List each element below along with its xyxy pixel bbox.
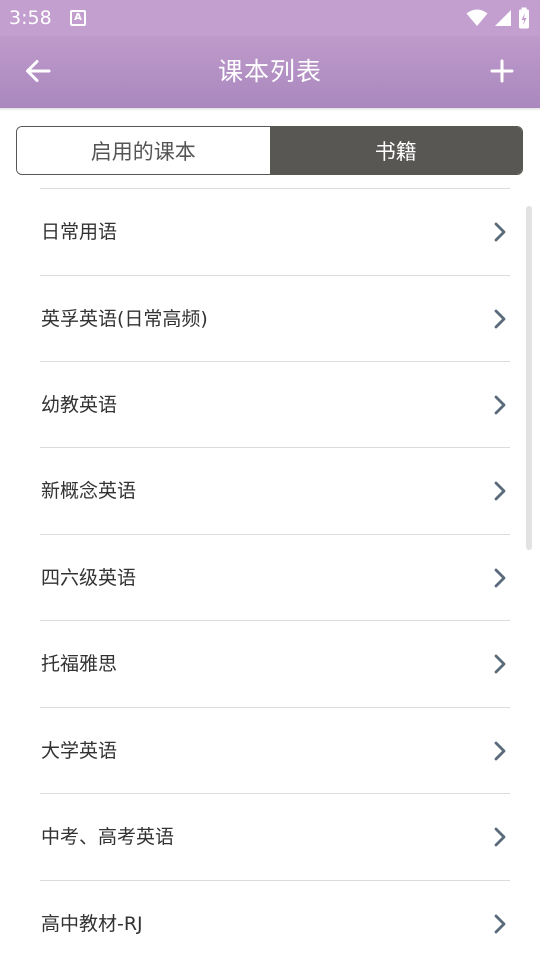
notification-icon: A: [70, 10, 86, 26]
cellular-signal-icon: [495, 10, 511, 26]
list-item-label: 大学英语: [41, 740, 118, 762]
tab-enabled-textbooks[interactable]: 启用的课本: [17, 127, 270, 174]
back-button[interactable]: [18, 48, 58, 94]
plus-icon: [490, 59, 514, 83]
list-item-label: 英孚英语(日常高频): [41, 308, 208, 330]
list-item-label: 中考、高考英语: [41, 826, 175, 848]
list-item[interactable]: 托福雅思: [0, 621, 540, 707]
book-list: 日常用语 英孚英语(日常高频) 幼教英语 新概念英语 四六级英语 托福雅思 大学…: [0, 188, 540, 960]
chevron-right-icon: [494, 568, 506, 588]
page-title: 课本列表: [217, 57, 322, 86]
status-icons: [466, 6, 530, 30]
list-item[interactable]: 新概念英语: [0, 448, 540, 534]
chevron-right-icon: [494, 914, 506, 934]
list-item[interactable]: 大学英语: [0, 708, 540, 794]
list-item-label: 幼教英语: [41, 394, 118, 416]
chevron-right-icon: [494, 309, 506, 329]
list-item-label: 托福雅思: [41, 653, 118, 675]
list-item[interactable]: 日常用语: [0, 189, 540, 275]
chevron-right-icon: [494, 827, 506, 847]
arrow-left-icon: [26, 60, 51, 82]
chevron-right-icon: [494, 395, 506, 415]
list-item-label: 四六级英语: [41, 567, 137, 589]
chevron-right-icon: [494, 222, 506, 242]
status-bar: 3:58 A: [0, 0, 540, 36]
list-item-label: 日常用语: [41, 221, 118, 243]
add-button[interactable]: [482, 48, 522, 94]
chevron-right-icon: [494, 654, 506, 674]
list-item[interactable]: 高中教材-RJ: [0, 881, 540, 960]
list-item-label: 高中教材-RJ: [41, 913, 143, 935]
chevron-right-icon: [494, 741, 506, 761]
battery-charging-icon: [519, 7, 529, 29]
list-item[interactable]: 幼教英语: [0, 362, 540, 448]
app-bar: 课本列表: [0, 36, 540, 108]
status-time: 3:58: [9, 7, 52, 29]
scrollbar[interactable]: [526, 206, 532, 550]
tab-books[interactable]: 书籍: [269, 127, 522, 174]
list-item-label: 新概念英语: [41, 480, 137, 502]
chevron-right-icon: [494, 481, 506, 501]
wifi-icon: [466, 9, 488, 26]
list-item[interactable]: 四六级英语: [0, 535, 540, 621]
app-bar-shadow: [0, 108, 540, 111]
segmented-tabs: 启用的课本 书籍: [16, 126, 523, 175]
list-item[interactable]: 中考、高考英语: [0, 794, 540, 880]
list-item[interactable]: 英孚英语(日常高频): [0, 276, 540, 362]
app-screen: 3:58 A 课本列表 启用的课本 书籍 日常用语 英孚英语(日常高频) 幼教英…: [0, 0, 540, 960]
